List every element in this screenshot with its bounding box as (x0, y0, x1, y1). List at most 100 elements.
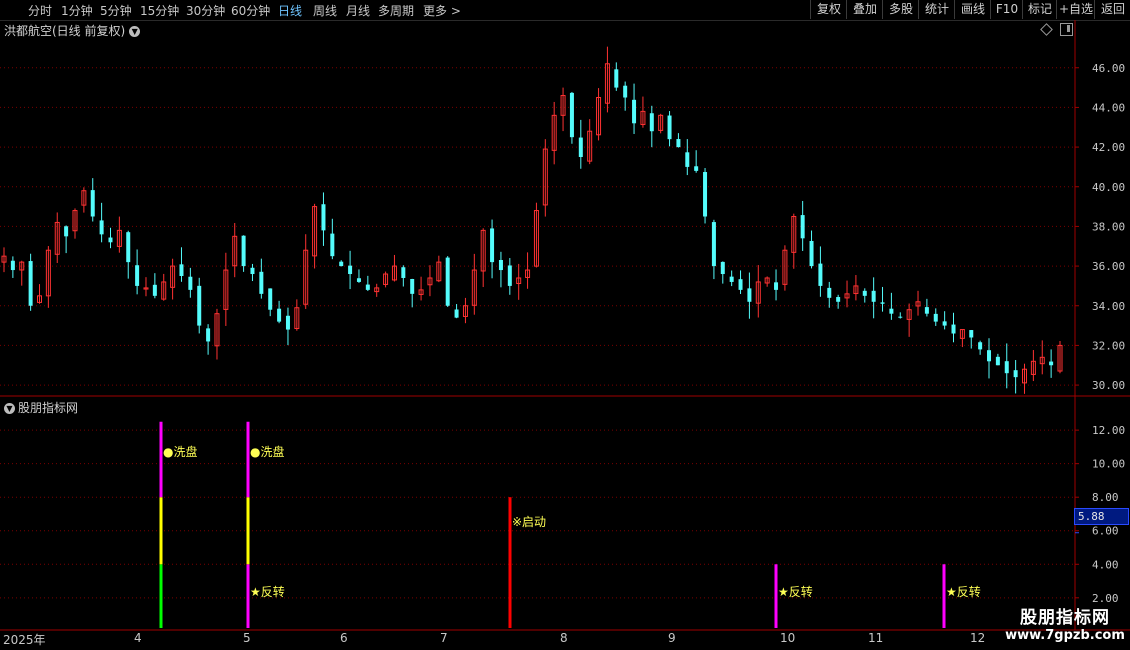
candle-body (454, 309, 459, 318)
candle-body (649, 113, 654, 132)
x-axis-label: 6 (340, 631, 348, 645)
candle-body (330, 233, 335, 257)
candle-body (277, 308, 282, 322)
x-axis-label: 5 (243, 631, 251, 645)
signal-label: ★反转 (778, 585, 813, 599)
candle-body (703, 172, 708, 217)
candle-body (152, 284, 157, 296)
price-tick-label: 42.00 (1092, 141, 1125, 154)
x-axis-label: 11 (868, 631, 884, 645)
signal-label: ●洗盘 (250, 445, 285, 459)
candle-body (188, 276, 193, 290)
candle-body (507, 265, 512, 286)
candle-body (99, 220, 104, 235)
candle-body (818, 263, 823, 286)
signal-label: ●洗盘 (163, 445, 198, 459)
candle-body (64, 226, 69, 237)
candle-body (623, 85, 628, 98)
candle-body (889, 308, 894, 314)
candle-body (924, 307, 929, 314)
candle-body (898, 316, 903, 318)
price-tick-label: 44.00 (1092, 101, 1125, 114)
candle-body (490, 228, 495, 263)
candle-body (933, 313, 938, 322)
candle-body (880, 302, 885, 304)
watermark-title: 股朋指标网 (1020, 608, 1110, 628)
candle-body (694, 166, 699, 171)
current-value-badge: 5.88 (1074, 508, 1129, 525)
candle-body (339, 261, 344, 267)
price-tick-label: 36.00 (1092, 260, 1125, 273)
signal-bar (246, 497, 250, 565)
candle-body (942, 321, 947, 326)
indicator-tick-label: 12.00 (1092, 424, 1125, 437)
x-axis-label: 2025年 (3, 633, 46, 647)
price-tick-label: 30.00 (1092, 379, 1125, 392)
price-tick-label: 46.00 (1092, 62, 1125, 75)
candle-body (498, 259, 503, 271)
candle-body (365, 284, 370, 290)
candle-body (667, 115, 672, 140)
price-tick-label: 38.00 (1092, 220, 1125, 233)
chart-canvas: 46.00 44.00 42.00 40.00 38.00 36.00 34.00 32.00… (0, 20, 1130, 631)
candle-body (348, 265, 353, 275)
price-tick-label: 40.00 (1092, 181, 1125, 194)
signal-label: ★反转 (946, 585, 981, 599)
candle-body (1004, 361, 1009, 374)
candle-body (410, 278, 415, 294)
candle-body (197, 285, 202, 326)
x-axis-label: 10 (780, 631, 796, 645)
candle-body (126, 232, 131, 263)
candle-body (28, 261, 33, 306)
x-axis-label: 4 (134, 631, 142, 645)
candle-body (951, 324, 956, 334)
indicator-tick-label: 6.00 (1092, 525, 1119, 538)
candle-body (809, 240, 814, 267)
candle-body (995, 356, 1000, 366)
candle-body (179, 264, 184, 276)
candle-body (206, 328, 211, 342)
candle-body (356, 278, 361, 282)
candle-body (871, 290, 876, 302)
candle-body (578, 137, 583, 157)
candle-body (685, 152, 690, 167)
candle-body (729, 276, 734, 282)
indicator-tick-label: 8.00 (1092, 491, 1119, 504)
candle-body (800, 215, 805, 239)
candle-body (285, 315, 290, 330)
candle-body (987, 350, 992, 362)
watermark-url: www.7gpzb.com (1005, 628, 1125, 643)
indicator-tick-label: 4.00 (1092, 558, 1119, 571)
x-axis-label: 12 (970, 631, 986, 645)
candle-body (978, 342, 983, 350)
candle-body (827, 287, 832, 298)
candle-body (614, 69, 619, 88)
candle-body (250, 267, 255, 275)
candle-body (1049, 361, 1054, 366)
x-axis-label: 8 (560, 631, 568, 645)
price-tick-label: 34.00 (1092, 300, 1125, 313)
candle-body (720, 261, 725, 275)
candle-body (836, 297, 841, 302)
watermark: 股朋指标网 www.7gpzb.com (1004, 603, 1126, 643)
signal-label: ※启动 (512, 515, 547, 529)
candle-body (10, 260, 15, 271)
candle-body (108, 237, 113, 243)
signal-label: ★反转 (250, 585, 285, 599)
candle-body (774, 282, 779, 290)
candle-body (1013, 370, 1018, 378)
candle-body (321, 204, 326, 231)
candle-body (268, 288, 273, 310)
signal-bar (159, 497, 163, 565)
indicator-tick-label: 10.00 (1092, 458, 1125, 471)
candle-body (862, 290, 867, 296)
candle-body (569, 92, 574, 138)
candle-body (135, 265, 140, 286)
candle-body (969, 330, 974, 338)
x-axis-label: 9 (668, 631, 676, 645)
price-tick-label: 32.00 (1092, 339, 1125, 352)
signal-bar (159, 564, 163, 628)
candle-body (90, 190, 95, 217)
candle-body (747, 288, 752, 302)
candle-body (676, 139, 681, 148)
